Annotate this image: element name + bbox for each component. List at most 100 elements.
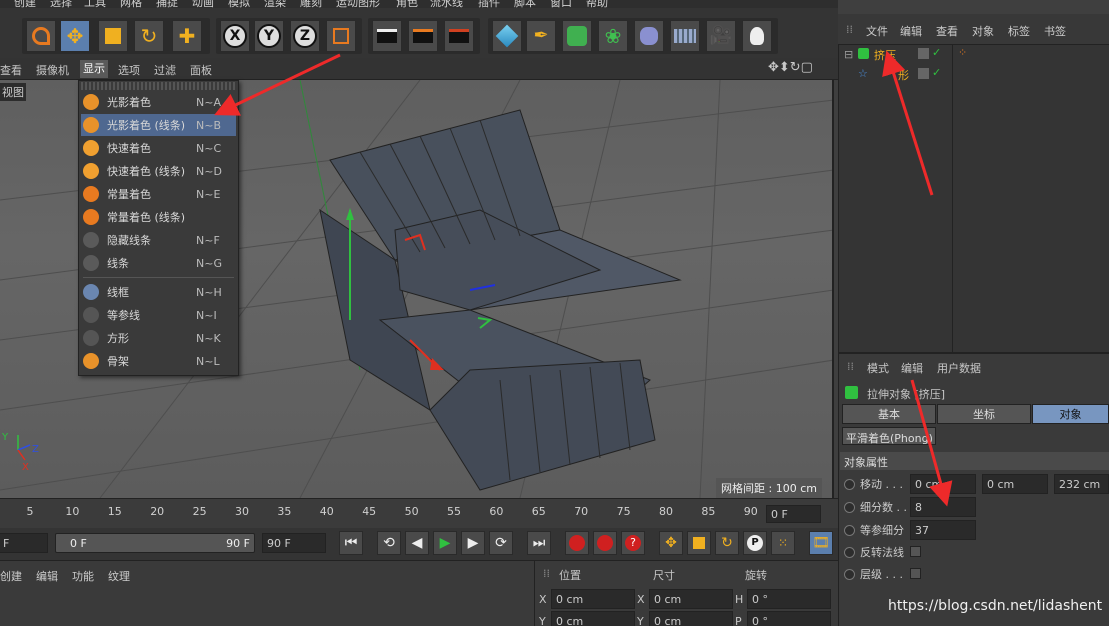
rotation-h-field[interactable]: 0 ° xyxy=(747,589,831,609)
previous-key-button[interactable]: ⟲ xyxy=(377,531,401,555)
obj-menu-bookmarks[interactable]: 书签 xyxy=(1044,23,1066,39)
attr-menu-userdata[interactable]: 用户数据 xyxy=(937,360,981,376)
size-x-field[interactable]: 0 cm xyxy=(649,589,733,609)
key-scale-button[interactable] xyxy=(687,531,711,555)
object-name[interactable]: 形 xyxy=(898,67,909,83)
obj-menu-view[interactable]: 查看 xyxy=(936,23,958,39)
phong-tag-button[interactable]: 平滑着色(Phong) xyxy=(842,427,936,445)
display-menu-item[interactable]: 方形 N~K xyxy=(81,327,236,349)
attr-menu-mode[interactable]: 模式 xyxy=(867,360,889,376)
light-button[interactable] xyxy=(742,20,772,52)
flip-normals-checkbox[interactable] xyxy=(910,546,921,557)
tab-coord[interactable]: 坐标 xyxy=(937,404,1031,424)
next-key-button[interactable]: ⟳ xyxy=(489,531,513,555)
floor-button[interactable] xyxy=(670,20,700,52)
isoparm-field[interactable]: 37 xyxy=(910,520,976,540)
material-menu-create[interactable]: 创建 xyxy=(0,568,22,584)
attr-menu-edit[interactable]: 编辑 xyxy=(901,360,923,376)
menu-filter[interactable]: 过滤 xyxy=(154,62,176,78)
material-menu-texture[interactable]: 纹理 xyxy=(108,568,130,584)
top-menu-item[interactable]: 创建 xyxy=(14,0,36,8)
live-select-button[interactable] xyxy=(26,20,56,52)
hierarchical-checkbox[interactable] xyxy=(910,568,921,579)
subdivision-button[interactable] xyxy=(562,20,592,52)
display-menu-item[interactable]: 线框 N~H xyxy=(81,281,236,303)
top-menu-item[interactable]: 角色 xyxy=(396,0,418,8)
obj-menu-tags[interactable]: 标签 xyxy=(1008,23,1030,39)
top-menu-item[interactable]: 插件 xyxy=(478,0,500,8)
obj-menu-file[interactable]: 文件 xyxy=(866,23,888,39)
previous-frame-button[interactable]: ◀ xyxy=(405,531,429,555)
display-menu-item[interactable]: 常量着色 (线条) xyxy=(81,206,236,228)
enabled-check-icon[interactable]: ✓ xyxy=(932,66,941,79)
camera-button[interactable]: 🎥 xyxy=(706,20,736,52)
key-rotation-button[interactable]: ↻ xyxy=(715,531,739,555)
animate-radio[interactable] xyxy=(844,501,855,513)
start-frame-field[interactable]: F xyxy=(0,533,48,553)
display-menu-item[interactable]: 骨架 N~L xyxy=(81,350,236,372)
menu-view[interactable]: 查看 xyxy=(0,62,22,78)
movement-y-field[interactable]: 0 cm xyxy=(982,474,1048,494)
cube-button[interactable] xyxy=(492,20,522,52)
frame-range-slider[interactable]: 0 F 90 F xyxy=(55,533,255,553)
current-frame-field[interactable]: 0 F xyxy=(766,505,821,523)
scale-tool-button[interactable] xyxy=(98,20,128,52)
top-menu-item[interactable]: 流水线 xyxy=(430,0,463,8)
render-picture-viewer-button[interactable] xyxy=(408,20,438,52)
animate-radio[interactable] xyxy=(844,568,855,580)
play-button[interactable]: ▶ xyxy=(433,531,457,555)
next-frame-button[interactable]: ▶ xyxy=(461,531,485,555)
render-settings-button[interactable] xyxy=(444,20,474,52)
rotate-tool-button[interactable]: ↻ xyxy=(134,20,164,52)
position-y-field[interactable]: 0 cm xyxy=(551,611,635,626)
display-menu-item[interactable]: 快速着色 N~C xyxy=(81,137,236,159)
go-to-start-button[interactable]: ⏮ xyxy=(339,531,363,555)
display-menu-item[interactable]: 光影着色 (线条) N~B xyxy=(81,114,236,136)
display-menu-item[interactable]: 光影着色 N~A xyxy=(81,91,236,113)
display-menu-item[interactable]: 线条 N~G xyxy=(81,252,236,274)
autokey-button[interactable] xyxy=(593,531,617,555)
cloner-button[interactable]: ❀ xyxy=(598,20,628,52)
tab-object[interactable]: 对象 xyxy=(1032,404,1109,424)
tear-off-handle[interactable] xyxy=(81,82,236,90)
move-tool-button[interactable]: ✥ xyxy=(60,20,90,52)
display-menu-item[interactable]: 等参线 N~I xyxy=(81,304,236,326)
menu-options[interactable]: 选项 xyxy=(118,62,140,78)
display-menu-item[interactable]: 隐藏线条 N~F xyxy=(81,229,236,251)
keyframe-selection-button[interactable]: ? xyxy=(621,531,645,555)
timeline-window-button[interactable]: 🎞 xyxy=(809,531,833,555)
viewport-navigation-icons[interactable]: ✥⬍↻▢ xyxy=(768,60,813,75)
top-menu-item[interactable]: 雕刻 xyxy=(300,0,322,8)
end-frame-field[interactable]: 90 F xyxy=(262,533,326,553)
top-menu-item[interactable]: 脚本 xyxy=(514,0,536,8)
top-menu-item[interactable]: 运动图形 xyxy=(336,0,380,8)
material-menu-function[interactable]: 功能 xyxy=(72,568,94,584)
animate-radio[interactable] xyxy=(844,524,855,536)
tag-icon[interactable]: ⁘ xyxy=(958,46,967,59)
menu-display[interactable]: 显示 xyxy=(80,60,108,78)
record-button[interactable] xyxy=(565,531,589,555)
position-x-field[interactable]: 0 cm xyxy=(551,589,635,609)
coordinate-system-button[interactable] xyxy=(326,20,356,52)
key-parameter-button[interactable]: P xyxy=(743,531,767,555)
menu-panel[interactable]: 面板 xyxy=(190,62,212,78)
obj-menu-edit[interactable]: 编辑 xyxy=(900,23,922,39)
top-menu-item[interactable]: 捕捉 xyxy=(156,0,178,8)
visibility-toggle[interactable] xyxy=(918,48,929,59)
rotation-p-field[interactable]: 0 ° xyxy=(747,611,831,626)
x-axis-button[interactable]: X xyxy=(220,20,250,52)
key-pla-button[interactable]: ⁙ xyxy=(771,531,795,555)
top-menu-item[interactable]: 选择 xyxy=(50,0,72,8)
top-menu-item[interactable]: 渲染 xyxy=(264,0,286,8)
tree-expand-icon[interactable]: ⊟ xyxy=(844,48,853,61)
z-axis-button[interactable]: Z xyxy=(290,20,320,52)
top-menu-item[interactable]: 网格 xyxy=(120,0,142,8)
movement-x-field[interactable]: 0 cm xyxy=(910,474,976,494)
obj-menu-objects[interactable]: 对象 xyxy=(972,23,994,39)
movement-z-field[interactable]: 232 cm xyxy=(1054,474,1109,494)
top-menu-item[interactable]: 工具 xyxy=(84,0,106,8)
object-name[interactable]: 挤压 xyxy=(874,47,896,63)
visibility-toggle[interactable] xyxy=(918,68,929,79)
animate-radio[interactable] xyxy=(844,478,855,490)
pen-spline-button[interactable]: ✒ xyxy=(526,20,556,52)
